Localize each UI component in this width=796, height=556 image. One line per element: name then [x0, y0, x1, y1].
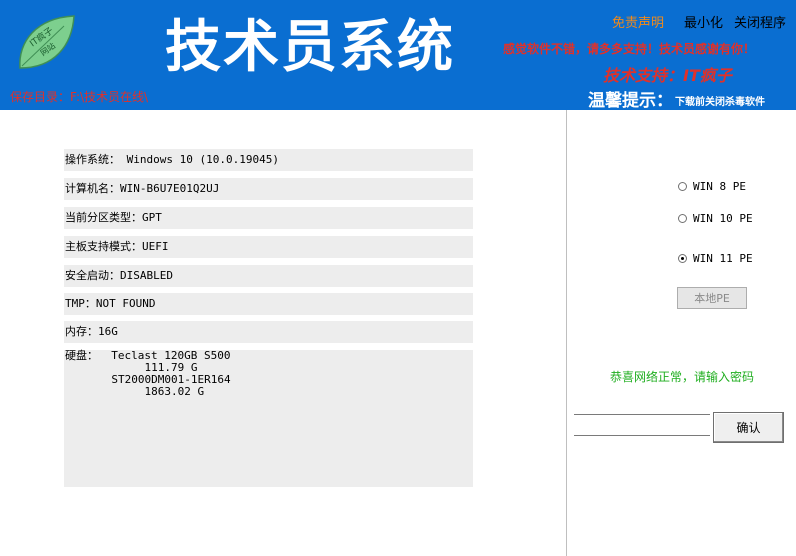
os-info: 操作系统： Windows 10 (10.0.19045) [64, 149, 473, 171]
computer-name-info: 计算机名：WIN-B6U7E01Q2UJ [64, 178, 473, 200]
header-banner: IT疯子 网站 技术员系统 保存目录：F:\技术员在线\ 免责声明 最小化 关闭… [0, 0, 796, 111]
radio-unchecked-icon [678, 214, 687, 223]
local-pe-button[interactable]: 本地PE [677, 287, 747, 309]
panel-divider [566, 110, 567, 556]
radio-label: WIN 11 PE [693, 252, 753, 265]
secure-boot-info: 安全启动：DISABLED [64, 265, 473, 287]
radio-win10-pe[interactable]: WIN 10 PE [678, 212, 753, 225]
radio-win8-pe[interactable]: WIN 8 PE [678, 180, 746, 193]
radio-unchecked-icon [678, 182, 687, 191]
disk-info: 硬盘： Teclast 120GB S500 111.79 G ST2000DM… [64, 350, 473, 487]
support-text: 技术支持：IT疯子 [603, 66, 732, 85]
radio-label: WIN 10 PE [693, 212, 753, 225]
network-status: 恭喜网络正常，请输入密码 [610, 370, 755, 384]
close-button[interactable]: 关闭程序 [734, 12, 786, 31]
board-mode-info: 主板支持模式：UEFI [64, 236, 473, 258]
partition-type-info: 当前分区类型：GPT [64, 207, 473, 229]
save-directory: 保存目录：F:\技术员在线\ [10, 90, 149, 104]
minimize-button[interactable]: 最小化 [684, 12, 723, 31]
radio-checked-icon [678, 254, 687, 263]
tip-title: 温馨提示： [588, 91, 673, 111]
password-input[interactable] [574, 414, 710, 436]
memory-info: 内存：16G [64, 321, 473, 343]
radio-win11-pe[interactable]: WIN 11 PE [678, 252, 753, 265]
radio-label: WIN 8 PE [693, 180, 746, 193]
disclaimer-link[interactable]: 免责声明 [612, 12, 664, 31]
confirm-button[interactable]: 确认 [713, 412, 784, 443]
tmp-info: TMP：NOT FOUND [64, 293, 473, 315]
tip-text: 下载前关闭杀毒软件 [675, 97, 765, 108]
app-title: 技术员系统 [165, 15, 455, 80]
slogan-text: 感觉软件不错，请多多支持！技术员感谢有你！ [503, 42, 756, 56]
